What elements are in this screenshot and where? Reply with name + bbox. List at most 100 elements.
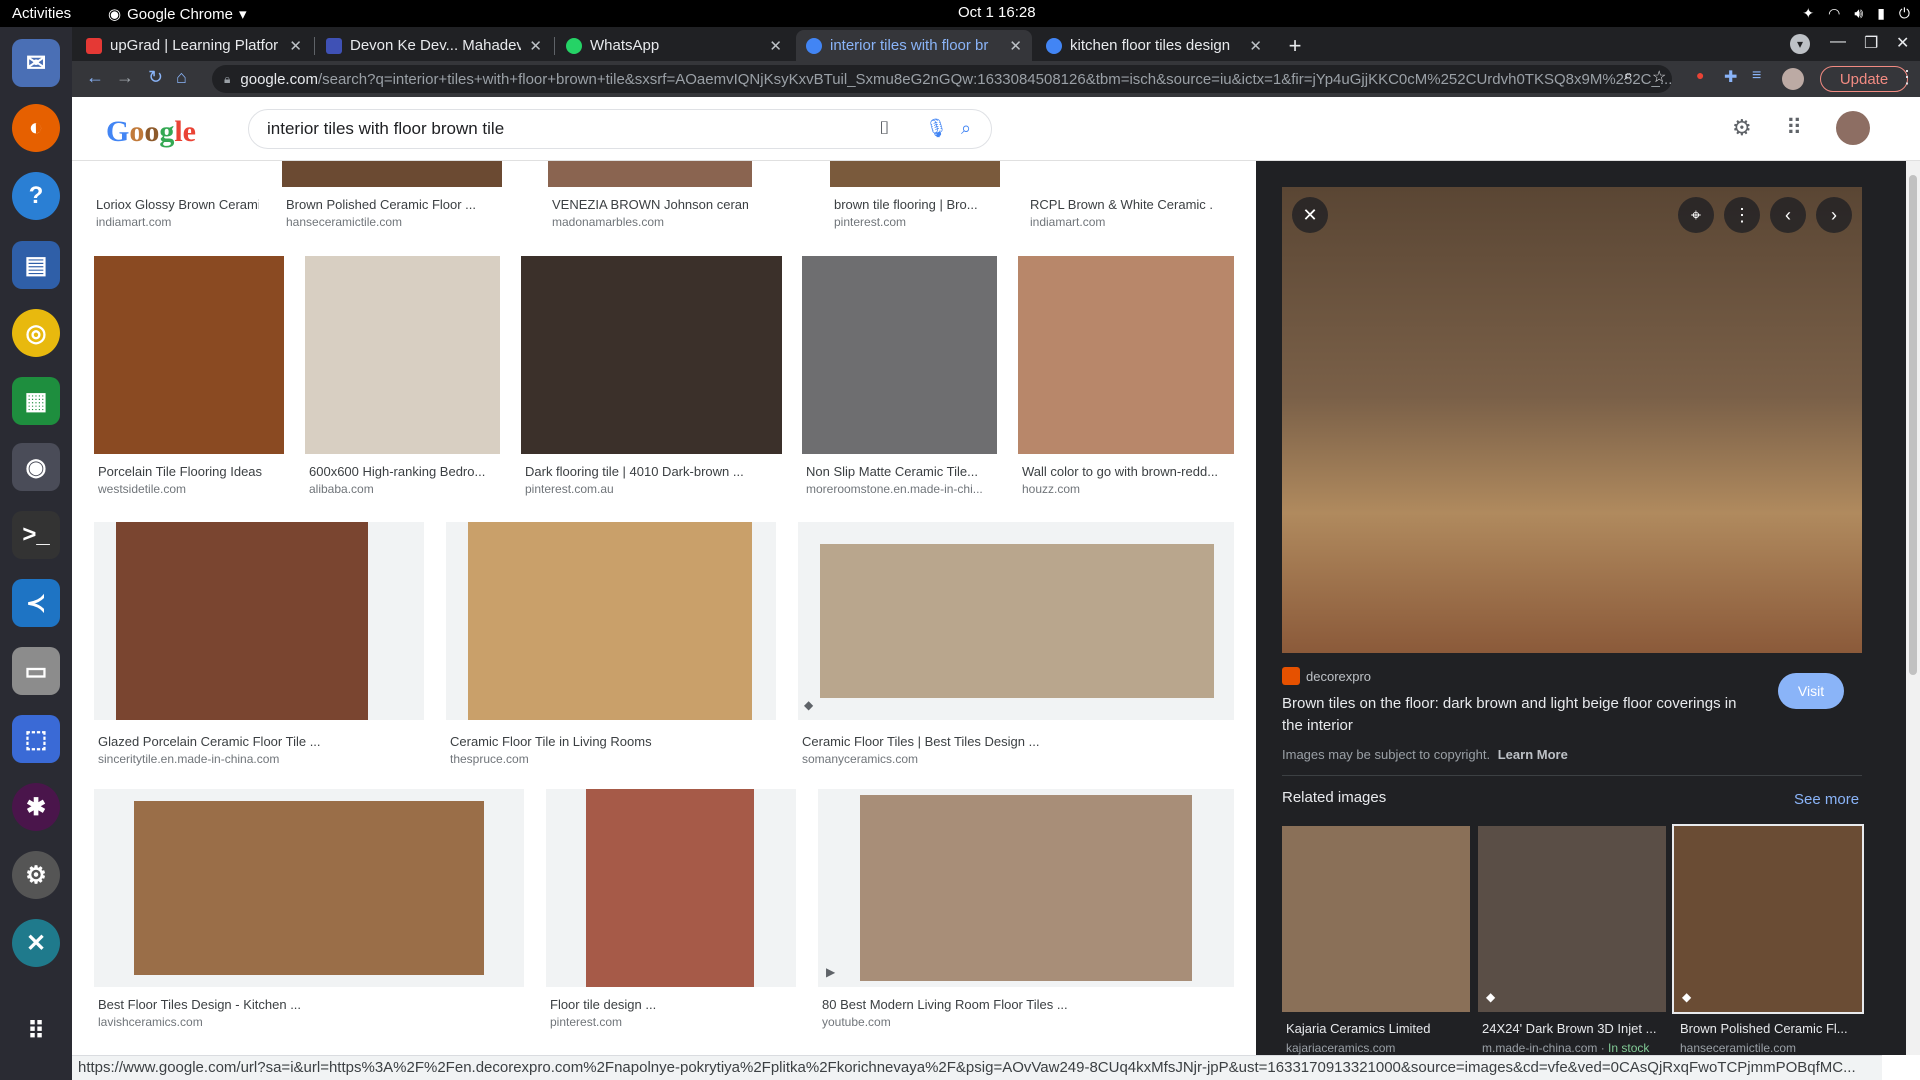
calc-icon[interactable]: ▦: [12, 377, 60, 425]
close-icon[interactable]: ✕: [1292, 197, 1328, 233]
maximize-icon[interactable]: ❐: [1864, 33, 1878, 53]
result-card[interactable]: ▶ 80 Best Modern Living Room Floor Tiles…: [818, 789, 1234, 1039]
search-input[interactable]: interior tiles with floor brown tile ⌷ 🎙…: [248, 109, 992, 149]
result-card[interactable]: Floor tile design ... pinterest.com: [546, 789, 796, 1039]
profile-avatar[interactable]: [1782, 68, 1804, 90]
extension-red-icon[interactable]: ●: [1696, 67, 1704, 83]
see-more-link[interactable]: See more: [1794, 791, 1859, 808]
window-close-icon[interactable]: ✕: [1896, 33, 1909, 53]
close-icon[interactable]: ✕: [1249, 37, 1262, 55]
related-title[interactable]: 24X24' Dark Brown 3D Injet ...: [1482, 1021, 1662, 1036]
minimize-icon[interactable]: —: [1830, 33, 1846, 51]
result-card[interactable]: RCPL Brown & White Ceramic ... indiamart…: [1026, 161, 1216, 231]
thunderbird-icon[interactable]: ✉: [12, 39, 60, 87]
result-card[interactable]: Non Slip Matte Ceramic Tile... morerooms…: [802, 256, 997, 501]
result-card[interactable]: 600x600 High-ranking Bedro... alibaba.co…: [305, 256, 500, 501]
activities-button[interactable]: Activities: [12, 5, 71, 22]
previous-icon[interactable]: ‹: [1770, 197, 1806, 233]
result-card[interactable]: Dark flooring tile | 4010 Dark-brown ...…: [521, 256, 782, 501]
forward-icon[interactable]: →: [116, 67, 134, 88]
reading-list-icon[interactable]: ≡: [1752, 67, 1761, 85]
scrollbar-thumb[interactable]: [1909, 175, 1917, 675]
bookmark-star-icon[interactable]: ☆: [1652, 67, 1666, 87]
related-image[interactable]: ◆: [1672, 824, 1864, 1014]
source-site[interactable]: decorexpro: [1282, 667, 1371, 685]
preview-title[interactable]: Brown tiles on the floor: dark brown and…: [1282, 693, 1752, 737]
address-bar[interactable]: 🔒︎ google.com/search?q=interior+tiles+wi…: [212, 65, 1672, 93]
home-icon[interactable]: ⌂: [176, 67, 187, 88]
page-scrollbar[interactable]: [1906, 161, 1920, 1055]
zoom-icon[interactable]: ⌕: [1624, 67, 1633, 85]
apps-grid-icon[interactable]: ⠿: [1786, 115, 1802, 141]
result-image: [548, 161, 752, 187]
camera-icon[interactable]: ⌷: [879, 118, 890, 139]
visit-button[interactable]: Visit: [1778, 673, 1844, 709]
result-card[interactable]: brown tile flooring | Bro... pinterest.c…: [830, 161, 1000, 231]
gear-icon[interactable]: ⚙: [1732, 115, 1752, 141]
terminal-icon[interactable]: >_: [12, 511, 60, 559]
more-options-icon[interactable]: ⋮: [1724, 197, 1760, 233]
result-source: hanseceramictile.com: [286, 215, 403, 229]
lens-icon[interactable]: ⌖: [1678, 197, 1714, 233]
next-icon[interactable]: ›: [1816, 197, 1852, 233]
result-card[interactable]: VENEZIA BROWN Johnson ceramic floor ... …: [548, 161, 752, 231]
tab-search-icon[interactable]: ▾: [1790, 34, 1810, 54]
menu-kebab-icon[interactable]: ⋮: [1898, 67, 1916, 88]
vscode-icon[interactable]: ≺: [12, 579, 60, 627]
result-card[interactable]: Brown Polished Ceramic Floor ... hansece…: [282, 161, 502, 231]
screenshot-icon[interactable]: ⬚: [12, 715, 60, 763]
firefox-icon[interactable]: ◐: [12, 104, 60, 152]
learn-more-link[interactable]: Learn More: [1498, 747, 1568, 762]
slack-icon[interactable]: ✱: [12, 783, 60, 831]
help-icon[interactable]: ?: [12, 172, 60, 220]
copyright-note: Images may be subject to copyright. Lear…: [1282, 747, 1568, 762]
avatar[interactable]: [1836, 111, 1870, 145]
back-icon[interactable]: ←: [86, 67, 104, 88]
preview-image[interactable]: [1282, 187, 1862, 653]
update-button[interactable]: Update: [1820, 66, 1908, 92]
google-doodle-logo[interactable]: Google: [106, 115, 196, 149]
result-card[interactable]: Wall color to go with brown-redd... houz…: [1018, 256, 1234, 501]
tab-devon[interactable]: Devon Ke Dev... Mahadev ✕: [316, 30, 552, 61]
new-tab-button[interactable]: +: [1278, 30, 1312, 61]
rhythmbox-icon[interactable]: ◎: [12, 309, 60, 357]
close-icon[interactable]: ✕: [289, 37, 302, 55]
related-image[interactable]: ◆: [1478, 826, 1666, 1012]
result-card[interactable]: Best Floor Tiles Design - Kitchen ... la…: [94, 789, 524, 1039]
extensions-puzzle-icon[interactable]: ✚: [1724, 67, 1737, 87]
result-card[interactable]: Glazed Porcelain Ceramic Floor Tile ... …: [94, 522, 424, 772]
result-card[interactable]: ◆ Ceramic Floor Tiles | Best Tiles Desig…: [798, 522, 1234, 772]
writer-icon[interactable]: ▤: [12, 241, 60, 289]
tab-title: kitchen floor tiles design: [1070, 37, 1231, 54]
search-icon[interactable]: ⌕: [961, 118, 971, 139]
result-card[interactable]: Loriox Glossy Brown Ceramic ... indiamar…: [92, 161, 262, 231]
clock[interactable]: Oct 1 16:28: [958, 4, 1036, 21]
app-menu[interactable]: ◉ Google Chrome ▾: [108, 5, 247, 24]
system-tray[interactable]: ✦ ◠ 🔊︎ ▮ ⏻: [1802, 5, 1910, 22]
related-title[interactable]: Kajaria Ceramics Limited: [1286, 1021, 1466, 1036]
related-title[interactable]: Brown Polished Ceramic Fl...: [1680, 1021, 1860, 1036]
microphone-icon[interactable]: 🎙︎: [925, 118, 948, 139]
apps-grid-icon[interactable]: ⠿: [12, 1007, 60, 1055]
remote-icon[interactable]: ✕: [12, 919, 60, 967]
result-source: madonamarbles.com: [552, 215, 665, 229]
system-top-bar: Activities ◉ Google Chrome ▾ Oct 1 16:28 ✦…: [0, 0, 1920, 27]
result-card[interactable]: Ceramic Floor Tile in Living Rooms thesp…: [446, 522, 776, 772]
settings-icon: ✦: [1802, 5, 1815, 21]
close-icon[interactable]: ✕: [529, 37, 542, 55]
tab-whatsapp[interactable]: WhatsApp ✕: [556, 30, 792, 61]
tab-kitchen-tiles[interactable]: kitchen floor tiles design ✕: [1036, 30, 1272, 61]
reload-icon[interactable]: ↻: [148, 67, 163, 88]
tab-upgrad[interactable]: upGrad | Learning Platfor ✕: [76, 30, 312, 61]
close-icon[interactable]: ✕: [769, 37, 782, 55]
related-source: hanseceramictile.com: [1680, 1041, 1797, 1055]
related-image[interactable]: [1282, 826, 1470, 1012]
files-icon[interactable]: ▭: [12, 647, 60, 695]
tab-interior-tiles[interactable]: interior tiles with floor br ✕: [796, 30, 1032, 61]
result-title: Porcelain Tile Flooring Ideas: [98, 464, 263, 479]
gear-icon[interactable]: ⚙: [12, 851, 60, 899]
close-icon[interactable]: ✕: [1009, 37, 1022, 55]
result-card[interactable]: Porcelain Tile Flooring Ideas westsideti…: [94, 256, 284, 501]
chrome-dock-icon[interactable]: ◉: [12, 443, 60, 491]
result-title: Ceramic Floor Tiles | Best Tiles Design …: [802, 734, 1040, 749]
